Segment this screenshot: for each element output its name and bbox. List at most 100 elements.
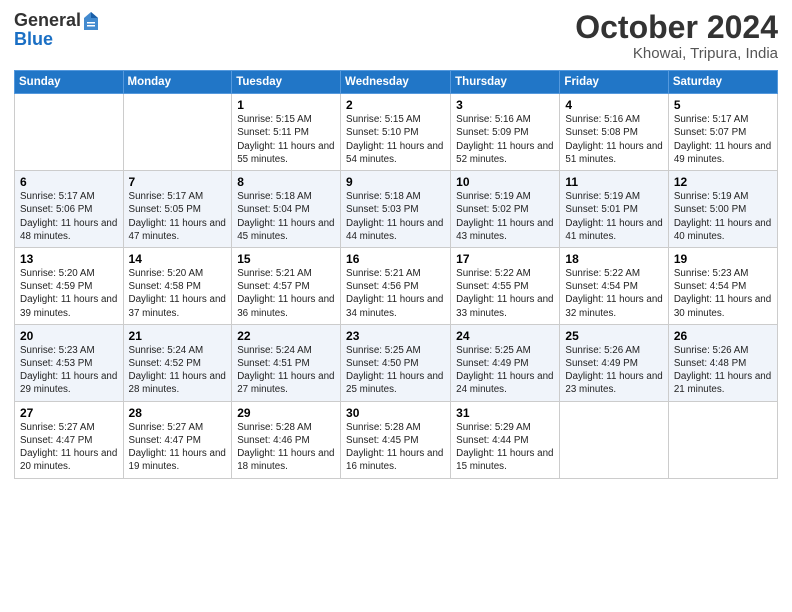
day-info: Sunrise: 5:22 AM Sunset: 4:55 PM Dayligh… xyxy=(456,267,554,320)
day-info: Sunrise: 5:16 AM Sunset: 5:08 PM Dayligh… xyxy=(565,113,662,166)
day-cell: 24Sunrise: 5:25 AM Sunset: 4:49 PM Dayli… xyxy=(451,324,560,401)
day-number: 29 xyxy=(237,406,335,420)
day-header-wednesday: Wednesday xyxy=(341,71,451,94)
day-number: 12 xyxy=(674,175,772,189)
day-number: 9 xyxy=(346,175,445,189)
day-info: Sunrise: 5:24 AM Sunset: 4:52 PM Dayligh… xyxy=(129,344,227,397)
day-cell: 19Sunrise: 5:23 AM Sunset: 4:54 PM Dayli… xyxy=(668,247,777,324)
day-cell: 9Sunrise: 5:18 AM Sunset: 5:03 PM Daylig… xyxy=(341,171,451,248)
calendar-table: SundayMondayTuesdayWednesdayThursdayFrid… xyxy=(14,70,778,478)
header: General Blue October 2024 Khowai, Tripur… xyxy=(14,10,778,62)
logo-icon xyxy=(82,10,100,32)
day-info: Sunrise: 5:17 AM Sunset: 5:07 PM Dayligh… xyxy=(674,113,772,166)
day-number: 22 xyxy=(237,329,335,343)
day-cell: 6Sunrise: 5:17 AM Sunset: 5:06 PM Daylig… xyxy=(15,171,124,248)
day-cell: 10Sunrise: 5:19 AM Sunset: 5:02 PM Dayli… xyxy=(451,171,560,248)
day-info: Sunrise: 5:23 AM Sunset: 4:54 PM Dayligh… xyxy=(674,267,772,320)
day-number: 24 xyxy=(456,329,554,343)
day-cell: 3Sunrise: 5:16 AM Sunset: 5:09 PM Daylig… xyxy=(451,94,560,171)
day-info: Sunrise: 5:24 AM Sunset: 4:51 PM Dayligh… xyxy=(237,344,335,397)
day-cell: 22Sunrise: 5:24 AM Sunset: 4:51 PM Dayli… xyxy=(232,324,341,401)
day-number: 2 xyxy=(346,98,445,112)
day-cell xyxy=(123,94,232,171)
day-number: 15 xyxy=(237,252,335,266)
day-cell: 8Sunrise: 5:18 AM Sunset: 5:04 PM Daylig… xyxy=(232,171,341,248)
day-info: Sunrise: 5:19 AM Sunset: 5:01 PM Dayligh… xyxy=(565,190,662,243)
day-header-sunday: Sunday xyxy=(15,71,124,94)
day-info: Sunrise: 5:18 AM Sunset: 5:03 PM Dayligh… xyxy=(346,190,445,243)
day-info: Sunrise: 5:25 AM Sunset: 4:50 PM Dayligh… xyxy=(346,344,445,397)
month-title: October 2024 xyxy=(575,10,778,45)
day-info: Sunrise: 5:19 AM Sunset: 5:02 PM Dayligh… xyxy=(456,190,554,243)
day-number: 30 xyxy=(346,406,445,420)
day-cell xyxy=(560,401,668,478)
day-number: 1 xyxy=(237,98,335,112)
day-cell: 29Sunrise: 5:28 AM Sunset: 4:46 PM Dayli… xyxy=(232,401,341,478)
logo-blue: Blue xyxy=(14,30,102,50)
day-info: Sunrise: 5:26 AM Sunset: 4:49 PM Dayligh… xyxy=(565,344,662,397)
day-info: Sunrise: 5:20 AM Sunset: 4:58 PM Dayligh… xyxy=(129,267,227,320)
day-info: Sunrise: 5:21 AM Sunset: 4:57 PM Dayligh… xyxy=(237,267,335,320)
day-number: 3 xyxy=(456,98,554,112)
day-number: 7 xyxy=(129,175,227,189)
day-number: 18 xyxy=(565,252,662,266)
week-row-2: 6Sunrise: 5:17 AM Sunset: 5:06 PM Daylig… xyxy=(15,171,778,248)
day-cell: 31Sunrise: 5:29 AM Sunset: 4:44 PM Dayli… xyxy=(451,401,560,478)
title-area: October 2024 Khowai, Tripura, India xyxy=(575,10,778,62)
day-number: 4 xyxy=(565,98,662,112)
day-number: 25 xyxy=(565,329,662,343)
day-info: Sunrise: 5:27 AM Sunset: 4:47 PM Dayligh… xyxy=(20,421,118,474)
page: General Blue October 2024 Khowai, Tripur… xyxy=(0,0,792,612)
day-number: 28 xyxy=(129,406,227,420)
day-header-monday: Monday xyxy=(123,71,232,94)
day-info: Sunrise: 5:28 AM Sunset: 4:46 PM Dayligh… xyxy=(237,421,335,474)
day-info: Sunrise: 5:17 AM Sunset: 5:05 PM Dayligh… xyxy=(129,190,227,243)
day-cell: 5Sunrise: 5:17 AM Sunset: 5:07 PM Daylig… xyxy=(668,94,777,171)
day-info: Sunrise: 5:15 AM Sunset: 5:10 PM Dayligh… xyxy=(346,113,445,166)
day-info: Sunrise: 5:15 AM Sunset: 5:11 PM Dayligh… xyxy=(237,113,335,166)
day-number: 6 xyxy=(20,175,118,189)
day-cell: 13Sunrise: 5:20 AM Sunset: 4:59 PM Dayli… xyxy=(15,247,124,324)
day-number: 14 xyxy=(129,252,227,266)
day-cell: 4Sunrise: 5:16 AM Sunset: 5:08 PM Daylig… xyxy=(560,94,668,171)
day-number: 31 xyxy=(456,406,554,420)
day-cell: 18Sunrise: 5:22 AM Sunset: 4:54 PM Dayli… xyxy=(560,247,668,324)
day-cell: 15Sunrise: 5:21 AM Sunset: 4:57 PM Dayli… xyxy=(232,247,341,324)
day-header-friday: Friday xyxy=(560,71,668,94)
day-cell: 21Sunrise: 5:24 AM Sunset: 4:52 PM Dayli… xyxy=(123,324,232,401)
day-cell: 11Sunrise: 5:19 AM Sunset: 5:01 PM Dayli… xyxy=(560,171,668,248)
day-info: Sunrise: 5:27 AM Sunset: 4:47 PM Dayligh… xyxy=(129,421,227,474)
day-cell: 30Sunrise: 5:28 AM Sunset: 4:45 PM Dayli… xyxy=(341,401,451,478)
day-number: 17 xyxy=(456,252,554,266)
day-cell xyxy=(668,401,777,478)
day-number: 23 xyxy=(346,329,445,343)
week-row-5: 27Sunrise: 5:27 AM Sunset: 4:47 PM Dayli… xyxy=(15,401,778,478)
day-cell: 1Sunrise: 5:15 AM Sunset: 5:11 PM Daylig… xyxy=(232,94,341,171)
day-info: Sunrise: 5:25 AM Sunset: 4:49 PM Dayligh… xyxy=(456,344,554,397)
day-number: 16 xyxy=(346,252,445,266)
day-info: Sunrise: 5:17 AM Sunset: 5:06 PM Dayligh… xyxy=(20,190,118,243)
day-info: Sunrise: 5:22 AM Sunset: 4:54 PM Dayligh… xyxy=(565,267,662,320)
day-info: Sunrise: 5:26 AM Sunset: 4:48 PM Dayligh… xyxy=(674,344,772,397)
day-cell: 27Sunrise: 5:27 AM Sunset: 4:47 PM Dayli… xyxy=(15,401,124,478)
day-cell: 23Sunrise: 5:25 AM Sunset: 4:50 PM Dayli… xyxy=(341,324,451,401)
week-row-1: 1Sunrise: 5:15 AM Sunset: 5:11 PM Daylig… xyxy=(15,94,778,171)
day-info: Sunrise: 5:21 AM Sunset: 4:56 PM Dayligh… xyxy=(346,267,445,320)
day-header-tuesday: Tuesday xyxy=(232,71,341,94)
logo-area: General Blue xyxy=(14,10,102,50)
day-number: 13 xyxy=(20,252,118,266)
day-cell: 17Sunrise: 5:22 AM Sunset: 4:55 PM Dayli… xyxy=(451,247,560,324)
day-info: Sunrise: 5:18 AM Sunset: 5:04 PM Dayligh… xyxy=(237,190,335,243)
day-cell: 20Sunrise: 5:23 AM Sunset: 4:53 PM Dayli… xyxy=(15,324,124,401)
day-info: Sunrise: 5:28 AM Sunset: 4:45 PM Dayligh… xyxy=(346,421,445,474)
day-info: Sunrise: 5:16 AM Sunset: 5:09 PM Dayligh… xyxy=(456,113,554,166)
day-number: 8 xyxy=(237,175,335,189)
week-row-4: 20Sunrise: 5:23 AM Sunset: 4:53 PM Dayli… xyxy=(15,324,778,401)
day-cell: 16Sunrise: 5:21 AM Sunset: 4:56 PM Dayli… xyxy=(341,247,451,324)
day-info: Sunrise: 5:23 AM Sunset: 4:53 PM Dayligh… xyxy=(20,344,118,397)
day-info: Sunrise: 5:29 AM Sunset: 4:44 PM Dayligh… xyxy=(456,421,554,474)
day-cell: 2Sunrise: 5:15 AM Sunset: 5:10 PM Daylig… xyxy=(341,94,451,171)
day-info: Sunrise: 5:19 AM Sunset: 5:00 PM Dayligh… xyxy=(674,190,772,243)
day-cell: 7Sunrise: 5:17 AM Sunset: 5:05 PM Daylig… xyxy=(123,171,232,248)
day-number: 27 xyxy=(20,406,118,420)
